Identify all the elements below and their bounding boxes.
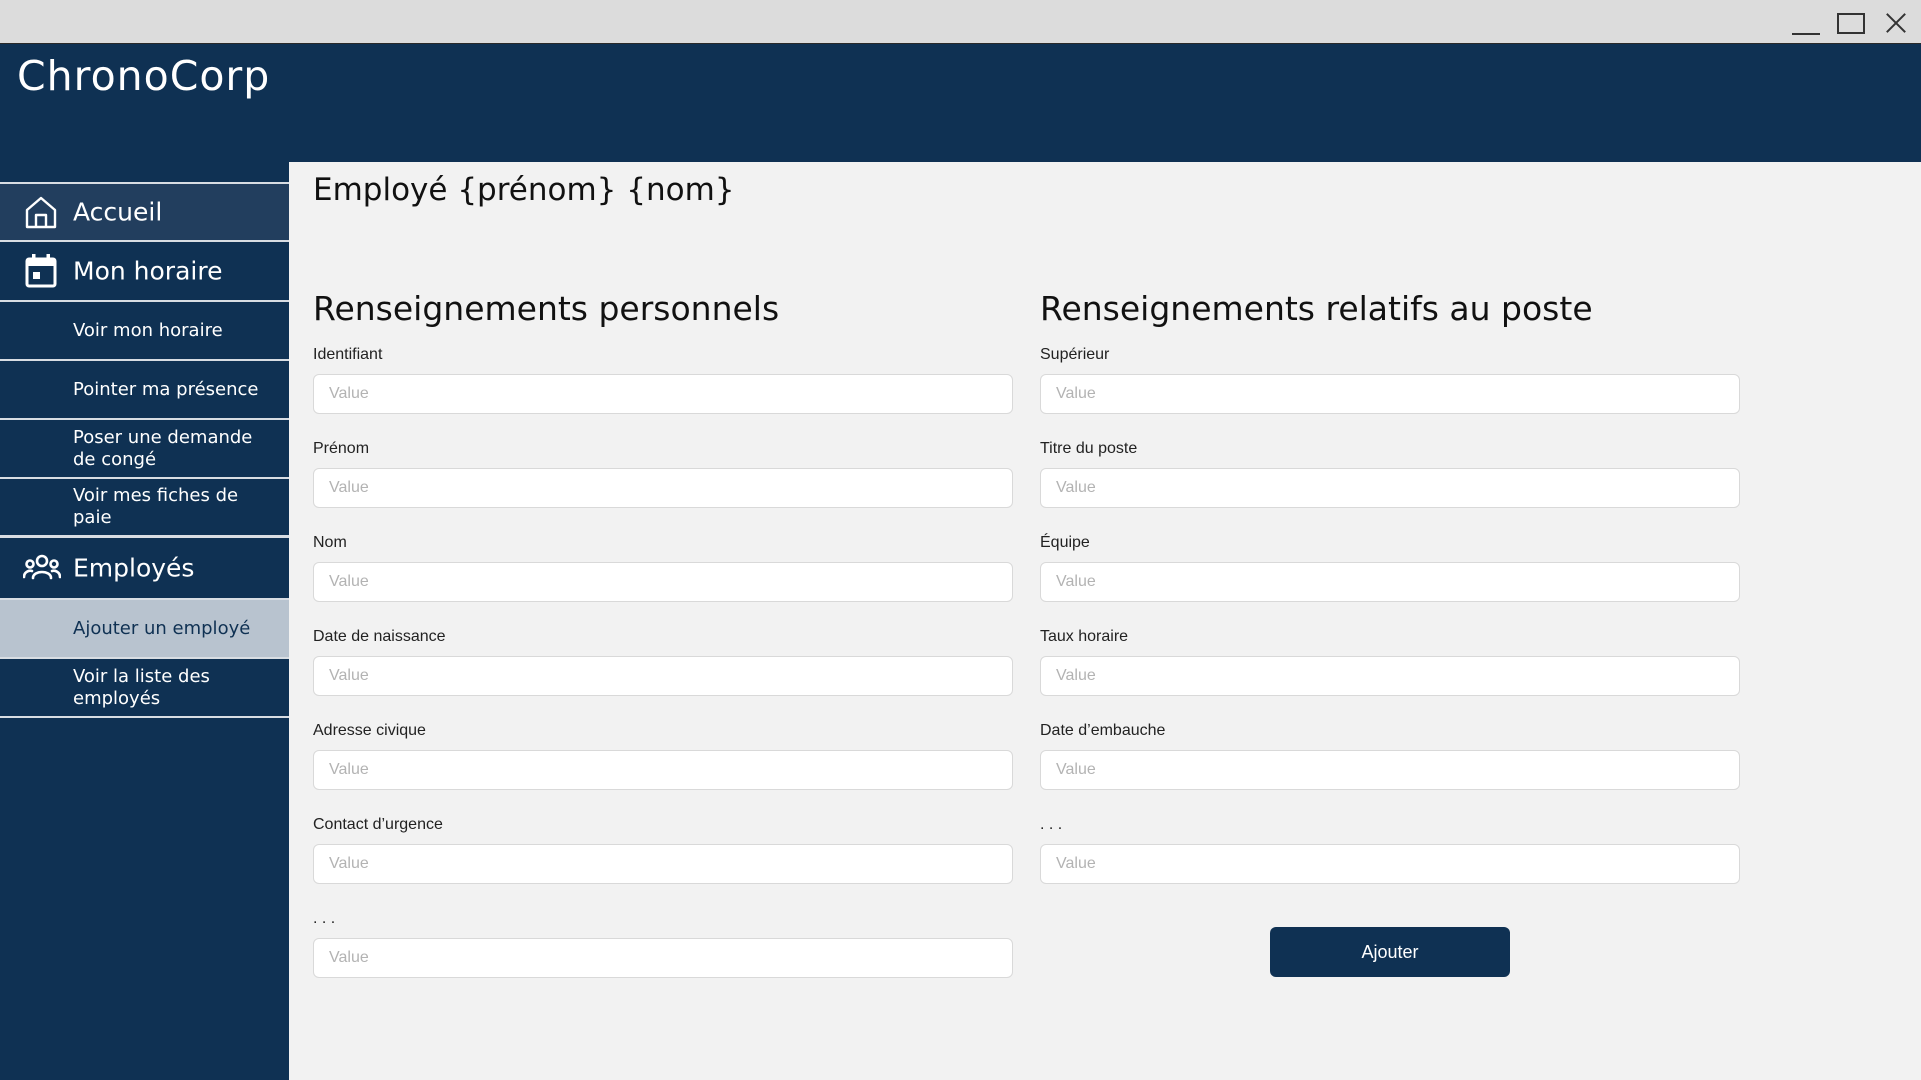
field-label-titre-poste: Titre du poste (1040, 440, 1138, 457)
section-title-job: Renseignements relatifs au poste (1040, 289, 1593, 328)
field-label-equipe: Équipe (1040, 534, 1090, 551)
sidebar-item-pointer-presence[interactable]: Pointer ma présence (0, 361, 289, 420)
superieur-field[interactable] (1040, 374, 1740, 414)
sidebar-item-accueil[interactable]: Accueil (0, 182, 289, 242)
sidebar-item-label: Voir mon horaire (73, 319, 223, 341)
sidebar-item-label: Ajouter un employé (73, 617, 251, 639)
date-embauche-field[interactable] (1040, 750, 1740, 790)
field-label-taux-horaire: Taux horaire (1040, 628, 1129, 645)
main-content: Employé {prénom} {nom} Renseignements pe… (289, 162, 1921, 1080)
field-label-date-naissance: Date de naissance (313, 628, 446, 645)
maximize-icon[interactable] (1835, 8, 1867, 38)
sidebar-item-label: Voir mes fiches de paie (73, 485, 239, 528)
close-icon[interactable] (1880, 8, 1912, 38)
taux-horaire-field[interactable] (1040, 656, 1740, 696)
add-employee-button[interactable]: Ajouter (1270, 927, 1510, 977)
field-label-more-personal: . . . (313, 910, 336, 927)
home-icon (23, 194, 59, 230)
sidebar-item-fiches-paie[interactable]: Voir mes fiches de paie (0, 479, 289, 538)
contact-urgence-field[interactable] (313, 844, 1013, 884)
sidebar-item-label: Pointer ma présence (73, 378, 259, 400)
sidebar-item-label: Voir la liste des employés (73, 665, 210, 709)
field-label-adresse: Adresse civique (313, 722, 426, 739)
sidebar-item-liste-employes[interactable]: Voir la liste des employés (0, 659, 289, 718)
field-label-more-job: . . . (1040, 816, 1063, 833)
nom-field[interactable] (313, 562, 1013, 602)
sidebar-item-label: Accueil (73, 197, 163, 227)
brand-logo[interactable]: ChronoCorp (17, 52, 270, 100)
field-label-identifiant: Identifiant (313, 346, 383, 363)
field-label-superieur: Supérieur (1040, 346, 1110, 363)
minimize-icon[interactable] (1790, 8, 1822, 38)
sidebar-item-ajouter-employe[interactable]: Ajouter un employé (0, 600, 289, 659)
window-titlebar (0, 0, 1921, 44)
sidebar-item-label: Employés (73, 553, 195, 583)
titre-poste-field[interactable] (1040, 468, 1740, 508)
sidebar-item-mon-horaire[interactable]: Mon horaire (0, 242, 289, 302)
date-naissance-field[interactable] (313, 656, 1013, 696)
prenom-field[interactable] (313, 468, 1013, 508)
section-title-personal: Renseignements personnels (313, 289, 780, 328)
calendar-icon (23, 253, 59, 289)
more-personal-field[interactable] (313, 938, 1013, 978)
sidebar: Accueil Mon horaire Voir mon horaire Poi… (0, 182, 289, 718)
sidebar-item-label: Mon horaire (73, 256, 223, 286)
sidebar-item-label: Poser une demande de congé (73, 426, 253, 470)
users-icon (22, 550, 62, 586)
page-title: Employé {prénom} {nom} (313, 172, 735, 208)
more-job-field[interactable] (1040, 844, 1740, 884)
field-label-nom: Nom (313, 534, 347, 551)
sidebar-item-voir-mon-horaire[interactable]: Voir mon horaire (0, 302, 289, 361)
adresse-field[interactable] (313, 750, 1013, 790)
field-label-contact-urgence: Contact d’urgence (313, 816, 443, 833)
field-label-prenom: Prénom (313, 440, 370, 457)
app-header (0, 44, 1921, 162)
identifiant-field[interactable] (313, 374, 1013, 414)
sidebar-item-employes[interactable]: Employés (0, 538, 289, 600)
sidebar-item-demande-conge[interactable]: Poser une demande de congé (0, 420, 289, 479)
field-label-date-embauche: Date d’embauche (1040, 722, 1166, 739)
equipe-field[interactable] (1040, 562, 1740, 602)
